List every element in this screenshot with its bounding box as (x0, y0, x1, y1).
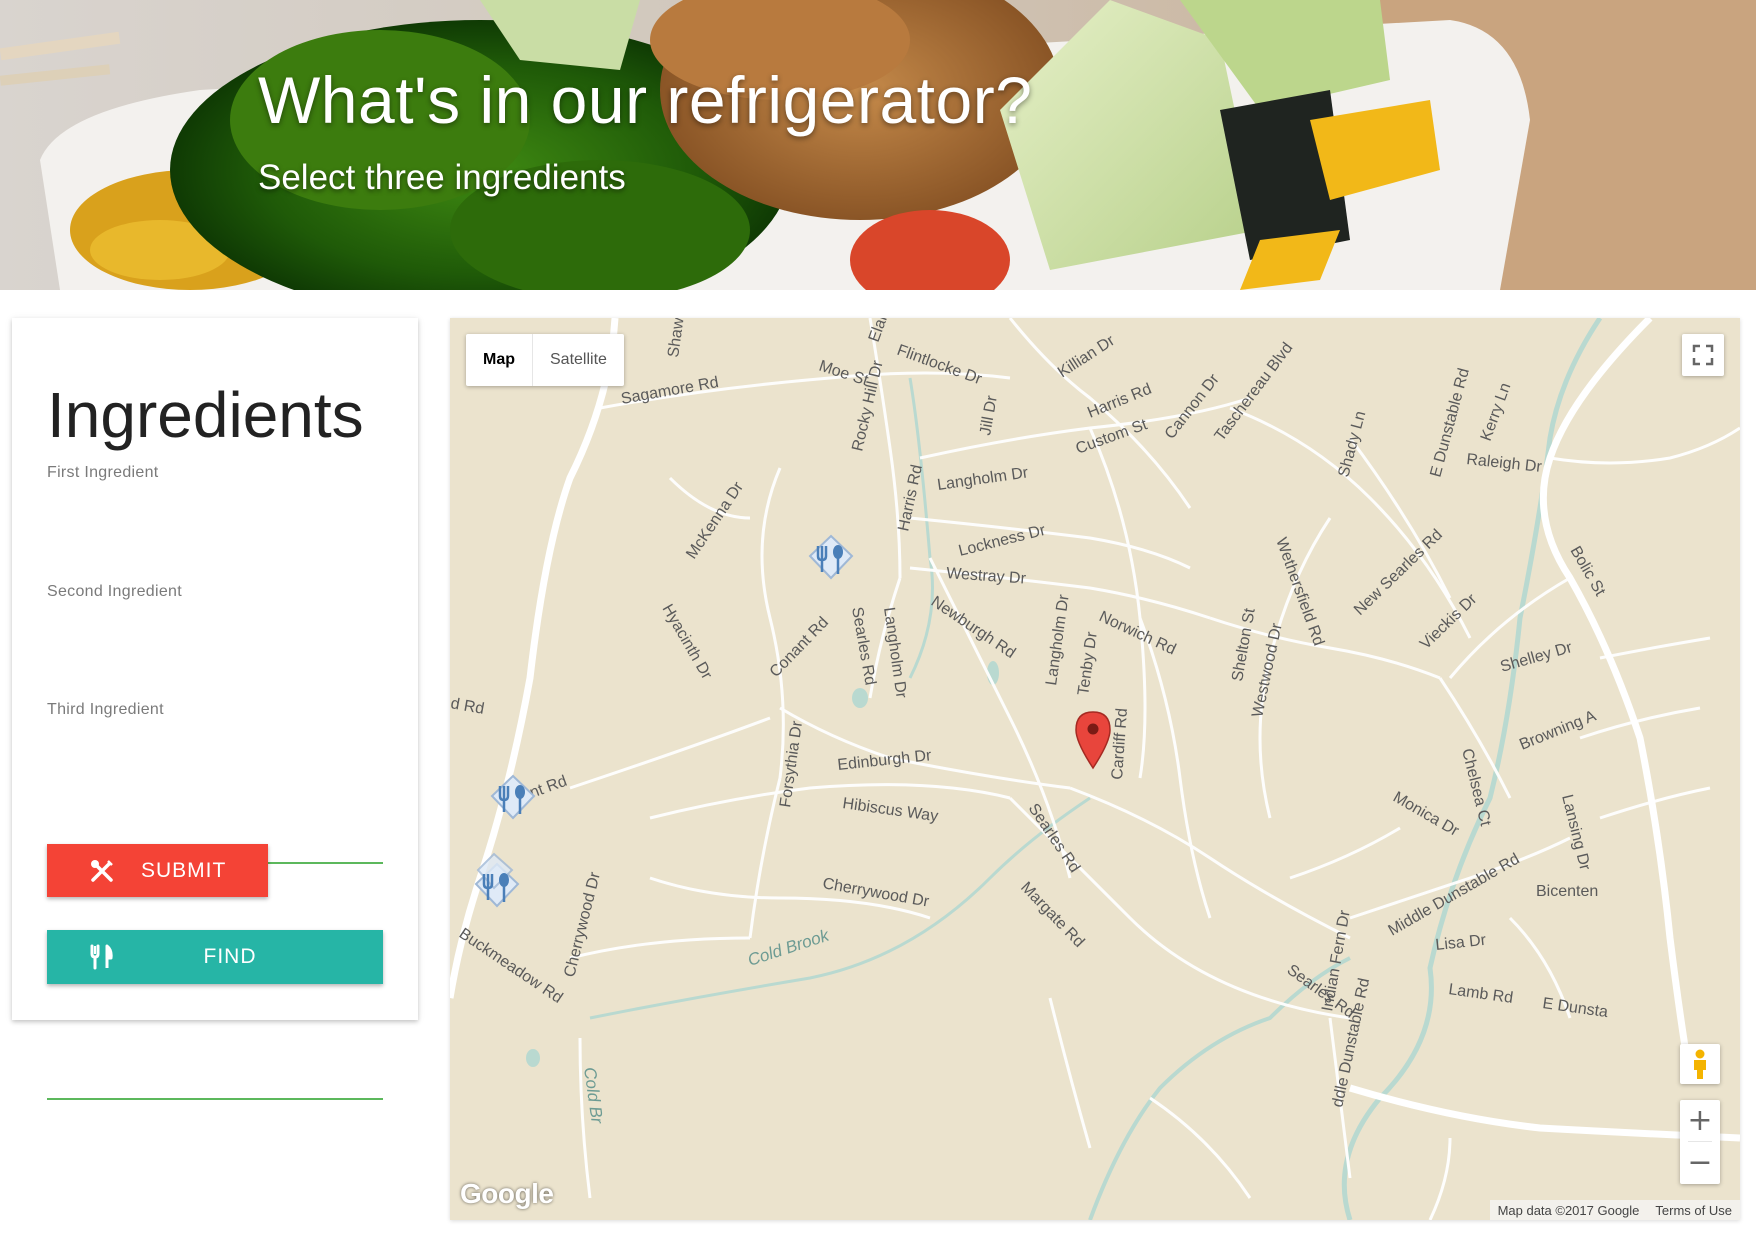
street-label: Middle Dunstable Rd (1386, 850, 1523, 939)
first-ingredient-label: First Ingredient (47, 464, 159, 481)
street-label: d Rd (450, 695, 486, 718)
location-pin-icon[interactable] (1074, 710, 1112, 777)
hero-title: What's in our refrigerator? (258, 63, 1033, 137)
utensils-crossed-icon (89, 858, 115, 884)
water-label: Cold Brook (745, 925, 832, 970)
street-label: Custom St (1074, 416, 1151, 458)
fullscreen-button[interactable] (1682, 334, 1724, 376)
street-label: Moe St (817, 358, 871, 390)
street-label: Killian Dr (1055, 332, 1119, 381)
ingredients-card: Ingredients First Ingredient Second Ingr… (12, 318, 418, 1100)
third-ingredient-label: Third Ingredient (47, 701, 164, 718)
street-label: McKenna Dr (683, 478, 747, 562)
street-label: Bolic St (1567, 544, 1609, 600)
street-label: Shelley Dr (1498, 639, 1574, 676)
zoom-in-button[interactable]: + (1680, 1100, 1720, 1141)
street-label: Kerry Ln (1478, 381, 1515, 444)
street-label: Langholm Dr (936, 464, 1030, 494)
ingredients-title: Ingredients (47, 379, 364, 451)
third-ingredient-input[interactable] (47, 1062, 383, 1100)
restaurant-icon[interactable] (488, 774, 538, 831)
hero-banner: What's in our refrigerator? Select three… (0, 0, 1756, 290)
hero-food-image (0, 0, 1756, 290)
street-label: Lamb Rd (1447, 981, 1514, 1007)
street-label: Langholm Dr (880, 606, 910, 700)
map-type-satellite-button[interactable]: Satellite (533, 334, 624, 386)
street-label: Lansing Dr (1558, 793, 1593, 873)
street-label: Margate Rd (1017, 879, 1087, 951)
submit-button[interactable]: SUBMIT (47, 844, 268, 897)
terms-of-use-link[interactable]: Terms of Use (1647, 1203, 1740, 1218)
find-label: FIND (203, 945, 257, 968)
second-ingredient-label: Second Ingredient (47, 583, 182, 600)
restaurant-icon[interactable] (472, 852, 522, 921)
street-label: Edinburgh Dr (837, 747, 933, 774)
zoom-control: + − (1680, 1100, 1720, 1184)
street-label: Bicenten (1536, 883, 1598, 900)
street-label: Browning A (1517, 708, 1599, 754)
map-type-control: Map Satellite (466, 334, 624, 386)
google-logo: Google (460, 1178, 554, 1209)
zoom-out-button[interactable]: − (1680, 1142, 1720, 1183)
restaurant-icon[interactable] (806, 534, 856, 591)
street-label: Newburgh Rd (928, 593, 1019, 662)
street-label: Hibiscus Way (841, 795, 939, 825)
street-label: Westray Dr (946, 565, 1027, 588)
street-label: Cherrywood Dr (561, 870, 604, 979)
street-label: Taschereau Blvd (1212, 340, 1297, 445)
street-label: Monica Dr (1390, 789, 1462, 841)
street-label: E Dunsta (1541, 995, 1609, 1021)
street-label: Langholm Dr (1043, 593, 1073, 687)
find-button[interactable]: FIND (47, 930, 383, 984)
submit-label: SUBMIT (141, 858, 227, 882)
street-label: Searles Rd (848, 606, 878, 687)
street-label: Harris Rd (895, 463, 926, 533)
street-label: Jill Dr (977, 394, 1001, 437)
street-label: Shady Ln (1335, 409, 1369, 479)
street-label: Norwich Rd (1096, 608, 1178, 658)
hero-subtitle: Select three ingredients (258, 158, 626, 197)
street-label: Sagamore Rd (620, 374, 720, 408)
fullscreen-icon (1692, 344, 1714, 366)
street-label: Raleigh Dr (1466, 451, 1544, 476)
street-label: Shaw (665, 318, 687, 359)
street-label: Shelton St (1229, 606, 1259, 682)
street-label: Lisa Dr (1435, 932, 1488, 954)
map-type-map-button[interactable]: Map (466, 334, 533, 386)
street-label: Tenby Dr (1075, 630, 1101, 696)
map-data-credit: Map data ©2017 Google (1497, 1202, 1640, 1218)
pegman-icon (1694, 1049, 1706, 1079)
street-label: Westwood Dr (1249, 621, 1286, 719)
map-view[interactable]: Shaw Elai Moe St Flintlocke Dr Killian D… (450, 318, 1740, 1220)
street-label: Harris Rd (1085, 381, 1154, 422)
street-label: Hyacinth Dr (659, 602, 716, 683)
water-label: Cold Br (580, 1066, 607, 1126)
street-label: Flintlocke Dr (895, 342, 985, 389)
street-view-button[interactable] (1680, 1044, 1720, 1084)
map-attribution: Map data ©2017 Google Terms of Use (1489, 1200, 1740, 1220)
street-label: Cardiff Rd (1109, 708, 1131, 781)
street-label: Buckmeadow Rd (456, 925, 566, 1007)
